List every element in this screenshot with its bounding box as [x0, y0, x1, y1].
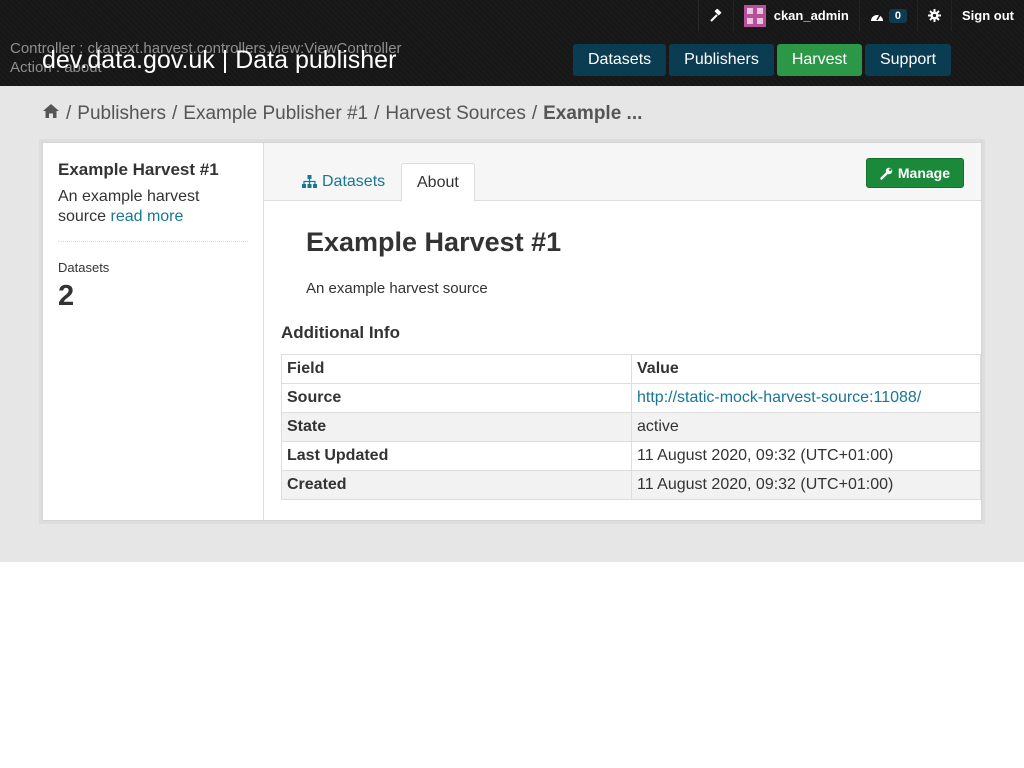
- avatar: [743, 4, 766, 27]
- secondary-sidebar: Example Harvest #1 An example harvest so…: [43, 143, 264, 520]
- breadcrumb: / Publishers / Example Publisher #1 / Ha…: [42, 103, 642, 125]
- nav-datasets[interactable]: Datasets: [573, 44, 667, 76]
- breadcrumb-publisher[interactable]: Example Publisher #1: [183, 103, 368, 125]
- column-header-field: Field: [281, 354, 632, 384]
- datasets-stat-label: Datasets: [58, 260, 110, 275]
- tab-datasets-label: Datasets: [322, 173, 386, 190]
- settings-link[interactable]: [917, 0, 951, 31]
- column-header-value: Value: [631, 354, 981, 384]
- manage-label: Manage: [897, 165, 950, 181]
- dashboard-icon: [870, 14, 883, 21]
- field-cell: State: [281, 412, 632, 442]
- breadcrumb-publishers[interactable]: Publishers: [77, 103, 166, 125]
- primary-content: Datasets About Manage Example Harvest #1…: [264, 143, 981, 520]
- site-header: ckan_admin 0 Sign out Controller : ckane…: [0, 0, 1024, 86]
- value-cell: active: [631, 412, 981, 442]
- dashboard-link[interactable]: 0: [858, 0, 917, 31]
- manage-button[interactable]: Manage: [865, 158, 964, 188]
- value-cell: http://static-mock-harvest-source:11088/: [631, 383, 981, 413]
- breadcrumb-separator: /: [374, 103, 380, 124]
- sitemap-icon: [302, 175, 317, 188]
- page-title: Example Harvest #1: [306, 227, 562, 257]
- breadcrumb-current[interactable]: Example ...: [543, 103, 642, 125]
- main-card: Example Harvest #1 An example harvest so…: [42, 142, 982, 521]
- table-row: State active: [281, 412, 981, 442]
- table-row: Last Updated 11 August 2020, 09:32 (UTC+…: [281, 441, 981, 471]
- nav-harvest[interactable]: Harvest: [776, 44, 862, 76]
- breadcrumb-harvest-sources[interactable]: Harvest Sources: [385, 103, 525, 125]
- field-cell: Last Updated: [281, 441, 632, 471]
- value-cell: 11 August 2020, 09:32 (UTC+01:00): [631, 441, 981, 471]
- value-cell: 11 August 2020, 09:32 (UTC+01:00): [631, 470, 981, 500]
- sidebar-description: An example harvest source read more: [58, 187, 233, 227]
- main-nav: Datasets Publishers Harvest Support: [573, 44, 952, 76]
- hammer-icon: [710, 8, 722, 22]
- breadcrumb-separator: /: [172, 103, 178, 124]
- table-row: Source http://static-mock-harvest-source…: [281, 383, 981, 413]
- signout-link[interactable]: Sign out: [951, 0, 1024, 31]
- additional-info-heading: Additional Info: [281, 323, 400, 342]
- field-cell: Source: [281, 383, 632, 413]
- read-more-link[interactable]: read more: [110, 208, 183, 225]
- username: ckan_admin: [773, 8, 849, 23]
- wrench-icon: [880, 167, 893, 180]
- breadcrumb-separator: /: [66, 103, 72, 124]
- tab-datasets[interactable]: Datasets: [287, 163, 400, 201]
- datasets-stat-value: 2: [58, 280, 75, 312]
- source-url-link[interactable]: http://static-mock-harvest-source:11088/: [637, 389, 921, 406]
- home-icon: [43, 104, 59, 118]
- dashboard-count-badge: 0: [888, 8, 907, 23]
- breadcrumb-separator: /: [531, 103, 538, 124]
- table-row: Created 11 August 2020, 09:32 (UTC+01:00…: [281, 470, 981, 500]
- nav-support[interactable]: Support: [864, 44, 952, 76]
- user-link[interactable]: ckan_admin: [732, 0, 859, 31]
- sysadmin-link[interactable]: [697, 0, 733, 31]
- breadcrumb-home[interactable]: [42, 103, 60, 125]
- site-title[interactable]: dev.data.gov.uk | Data publisher: [42, 46, 396, 74]
- divider: [58, 241, 248, 242]
- page-description: An example harvest source: [306, 280, 488, 297]
- gear-icon: [928, 9, 941, 22]
- tab-about[interactable]: About: [401, 163, 475, 202]
- account-masthead: ckan_admin 0 Sign out: [697, 0, 1024, 31]
- tab-bar: Datasets About Manage: [264, 143, 981, 202]
- sidebar-title: Example Harvest #1: [58, 160, 219, 179]
- field-cell: Created: [281, 470, 632, 500]
- table-header-row: Field Value: [281, 354, 981, 384]
- additional-info-table: Field Value Source http://static-mock-ha…: [281, 354, 981, 500]
- nav-publishers[interactable]: Publishers: [669, 44, 774, 76]
